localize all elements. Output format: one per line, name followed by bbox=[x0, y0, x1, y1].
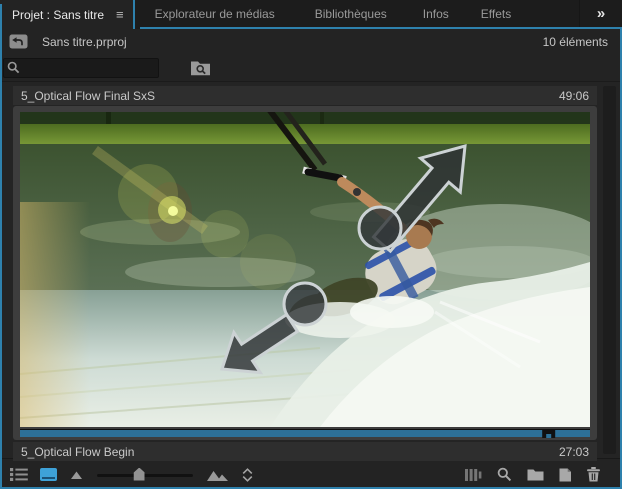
large-mountain-icon bbox=[207, 470, 228, 481]
tab-projet[interactable]: Projet : Sans titre ≡ bbox=[0, 0, 135, 29]
clip-item-begin[interactable]: 5_Optical Flow Begin 27:03 bbox=[13, 106, 597, 461]
slider-track bbox=[97, 473, 193, 477]
search-icon bbox=[7, 61, 21, 80]
folder-icon bbox=[527, 469, 544, 481]
tab-effets[interactable]: Effets bbox=[465, 0, 527, 27]
search-bar bbox=[0, 54, 622, 82]
panel-focus-border-left bbox=[0, 4, 2, 489]
delete-button[interactable] bbox=[587, 464, 600, 486]
new-bin-button[interactable] bbox=[527, 464, 544, 486]
sequence-bars-icon bbox=[465, 468, 482, 481]
sort-icons-button[interactable] bbox=[242, 464, 253, 486]
scrub-playhead[interactable] bbox=[542, 429, 556, 438]
new-item-button[interactable] bbox=[559, 464, 572, 486]
sort-chevrons-icon bbox=[242, 467, 253, 482]
list-view-icon bbox=[10, 468, 28, 481]
zoom-slider-thumb[interactable] bbox=[133, 467, 145, 481]
project-path-bar: Sans titre.prproj 10 éléments bbox=[0, 29, 622, 54]
zoom-in-button[interactable] bbox=[207, 464, 228, 486]
tab-explorateur-de-medias[interactable]: Explorateur de médias bbox=[135, 0, 295, 27]
clip-duration: 49:06 bbox=[558, 88, 589, 103]
zoom-out-button[interactable] bbox=[71, 464, 83, 486]
thumbnail-zoom-slider[interactable] bbox=[97, 467, 193, 482]
items-count-label: 10 éléments bbox=[542, 34, 608, 49]
icon-view-icon bbox=[40, 468, 57, 481]
clip-caption[interactable]: 5_Optical Flow Begin 27:03 bbox=[13, 442, 597, 461]
folder-up-icon bbox=[9, 34, 27, 49]
tab-projet-label: Projet : Sans titre bbox=[12, 7, 105, 22]
bin-content-area: 5_Optical Flow Final SxS 49:06 5_Optical… bbox=[0, 82, 622, 461]
automate-to-sequence-button[interactable] bbox=[465, 464, 482, 486]
trash-icon bbox=[587, 467, 600, 482]
panel-tab-bar: Projet : Sans titre ≡ Explorateur de méd… bbox=[0, 0, 622, 29]
vertical-scrollbar[interactable] bbox=[603, 86, 616, 454]
project-file-name: Sans titre.prproj bbox=[42, 34, 127, 49]
tab-infos[interactable]: Infos bbox=[407, 0, 465, 27]
icon-view-button[interactable] bbox=[40, 464, 57, 486]
panel-menu-icon[interactable]: ≡ bbox=[116, 7, 124, 22]
clip-thumbnail[interactable] bbox=[20, 112, 590, 427]
search-box bbox=[3, 57, 159, 80]
find-button[interactable] bbox=[497, 464, 512, 486]
folder-magnifier-icon bbox=[190, 61, 210, 76]
clip-scrub-bar[interactable] bbox=[20, 429, 590, 438]
search-in-bin-button[interactable] bbox=[189, 59, 211, 76]
find-magnifier-icon bbox=[497, 467, 512, 482]
clip-name: 5_Optical Flow Final SxS bbox=[21, 88, 156, 103]
small-mountain-icon bbox=[71, 471, 82, 479]
search-input[interactable] bbox=[3, 57, 159, 78]
clip-selection-frame bbox=[13, 106, 597, 440]
list-view-button[interactable] bbox=[10, 464, 28, 486]
clip-name: 5_Optical Flow Begin bbox=[21, 444, 135, 459]
navigate-up-button[interactable] bbox=[8, 34, 28, 50]
tab-bibliotheques[interactable]: Bibliothèques bbox=[295, 0, 407, 27]
clip-item-final-sxs[interactable]: 5_Optical Flow Final SxS 49:06 bbox=[13, 86, 597, 105]
clip-duration: 27:03 bbox=[558, 444, 589, 459]
tab-overflow-button[interactable]: » bbox=[579, 0, 622, 27]
project-panel: Projet : Sans titre ≡ Explorateur de méd… bbox=[0, 0, 622, 489]
project-panel-toolbar bbox=[0, 458, 622, 489]
new-item-page-icon bbox=[559, 468, 571, 481]
